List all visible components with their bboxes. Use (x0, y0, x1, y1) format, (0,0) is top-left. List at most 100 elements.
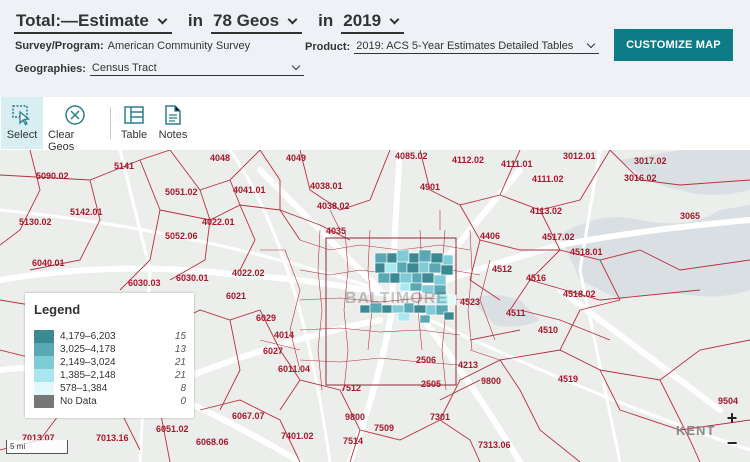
product-row: Product: 2019: ACS 5-Year Estimates Deta… (305, 39, 600, 54)
legend-item: 3,025–4,178 13 (34, 343, 186, 356)
tract-label: 4038.01 (310, 181, 343, 191)
geos-label: 78 Geos (212, 11, 280, 30)
toolbar: Select Clear Geos Table Notes (0, 97, 750, 153)
tract-label: 6030.03 (128, 278, 161, 288)
notes-label: Notes (158, 129, 188, 141)
legend-item: 4,179–6,203 15 (34, 330, 186, 343)
legend-panel: Legend 4,179–6,203 15 3,025–4,178 13 2,1… (25, 293, 194, 418)
tract-label: 4518.01 (570, 247, 603, 257)
tract-label: 4113.02 (530, 206, 563, 216)
in-word: in (187, 11, 203, 30)
legend-range: 4,179–6,203 (60, 331, 116, 342)
tract-label: 7301 (430, 412, 451, 422)
legend-item: 2,149–3,024 21 (34, 356, 186, 369)
tract-label: 5052.06 (165, 231, 198, 241)
tract-label: 9800 (481, 376, 502, 386)
survey-row: Survey/Program: American Community Surve… (15, 40, 250, 52)
select-tool[interactable]: Select (1, 97, 43, 149)
tract-label: 6051.02 (156, 424, 189, 434)
legend-range: 1,385–2,148 (60, 370, 116, 381)
tract-label: 9504 (718, 396, 739, 406)
tract-label: 4014 (274, 330, 295, 340)
survey-label: Survey/Program: (15, 40, 104, 52)
geographies-label: Geographies: (15, 63, 86, 75)
tract-label: 2506 (416, 355, 437, 365)
in-word: in (318, 11, 334, 30)
pointer-select-icon (11, 104, 33, 126)
tract-label: 7013.16 (96, 433, 129, 443)
tract-label: 4111.02 (532, 174, 564, 184)
geographies-row: Geographies: Census Tract (15, 61, 304, 76)
table-label: Table (120, 129, 148, 141)
legend-count: 8 (180, 383, 186, 394)
tract-label: 3065 (680, 211, 701, 221)
tract-label: 7509 (374, 423, 395, 433)
tract-label: 6067.07 (232, 411, 265, 421)
tract-label: 4048 (210, 153, 231, 163)
tract-label: 9800 (345, 412, 366, 422)
legend-item: 578–1,384 8 (34, 382, 186, 395)
year-label: 2019 (343, 11, 382, 30)
tract-label: 7512 (341, 383, 362, 393)
legend-range: 3,025–4,178 (60, 344, 116, 355)
tract-label: 4049 (286, 153, 307, 163)
legend-item: 1,385–2,148 21 (34, 369, 186, 382)
tract-label: 4518.02 (563, 289, 596, 299)
tract-label: 6021 (226, 291, 247, 301)
tract-label: 4511 (506, 308, 526, 318)
legend-count: 0 (180, 396, 186, 407)
tract-label: 4213 (458, 360, 479, 370)
product-dropdown[interactable]: 2019: ACS 5-Year Estimates Detailed Tabl… (354, 39, 600, 54)
clear-geos-tool[interactable]: Clear Geos (48, 97, 102, 153)
tract-label: 4035 (326, 226, 347, 236)
chevron-down-icon (157, 14, 168, 24)
table-icon (123, 104, 145, 126)
legend-count: 13 (174, 344, 186, 355)
legend-swatch (34, 356, 54, 369)
geographies-dropdown[interactable]: Census Tract (89, 61, 304, 76)
tract-label: 5130.02 (19, 217, 52, 227)
tract-label: 4022.01 (202, 217, 235, 227)
map-view[interactable]: BALTIMORE 5141 4048 4049 4085.02 4112.02… (0, 150, 750, 462)
tract-label: 6040.01 (32, 258, 65, 268)
tract-label: 6027 (263, 346, 284, 356)
tract-label: 4041.01 (233, 185, 266, 195)
toolbar-divider (110, 107, 111, 139)
tract-label: 7514 (343, 436, 364, 446)
tract-label: 5090.02 (36, 171, 69, 181)
zoom-in-button[interactable]: + (721, 407, 743, 429)
tract-label: 5142.01 (70, 207, 103, 217)
tract-label: 3016.02 (624, 173, 657, 183)
tract-label: 4038.02 (317, 201, 350, 211)
legend-count: 21 (174, 357, 186, 368)
chevron-down-icon (389, 14, 400, 24)
product-value: 2019: ACS 5-Year Estimates Detailed Tabl… (356, 40, 574, 52)
title-row: Total:—Estimate in 78 Geos in 2019 (14, 8, 405, 34)
tract-label: 3012.01 (563, 151, 596, 161)
tract-label: 5051.02 (165, 187, 198, 197)
legend-count: 21 (174, 370, 186, 381)
tract-label: 4523 (460, 297, 481, 307)
customize-map-button[interactable]: CUSTOMIZE MAP (614, 29, 733, 61)
tract-label: 4517.02 (542, 232, 575, 242)
measure-dropdown[interactable]: Total:—Estimate (14, 11, 172, 34)
geographies-value: Census Tract (91, 62, 157, 74)
tract-label: 4516 (526, 273, 547, 283)
table-tool[interactable]: Table (118, 97, 150, 149)
year-dropdown[interactable]: 2019 (341, 11, 405, 34)
header: Total:—Estimate in 78 Geos in 2019 Surve… (0, 0, 750, 97)
tract-label: 6030.01 (176, 273, 209, 283)
notes-tool[interactable]: Notes (156, 97, 190, 149)
legend-title: Legend (34, 302, 81, 317)
tract-label: 4901 (420, 182, 441, 192)
tract-label: 7313.06 (478, 440, 511, 450)
legend-count: 15 (174, 331, 186, 342)
zoom-out-button[interactable]: − (721, 432, 743, 454)
measure-label: Total:—Estimate (16, 11, 149, 30)
legend-range: 2,149–3,024 (60, 357, 116, 368)
legend-swatch (34, 382, 54, 395)
notes-document-icon (162, 104, 184, 126)
tract-label: 4085.02 (395, 151, 428, 161)
geos-dropdown[interactable]: 78 Geos (210, 11, 303, 34)
tract-label: 6029 (256, 313, 277, 323)
